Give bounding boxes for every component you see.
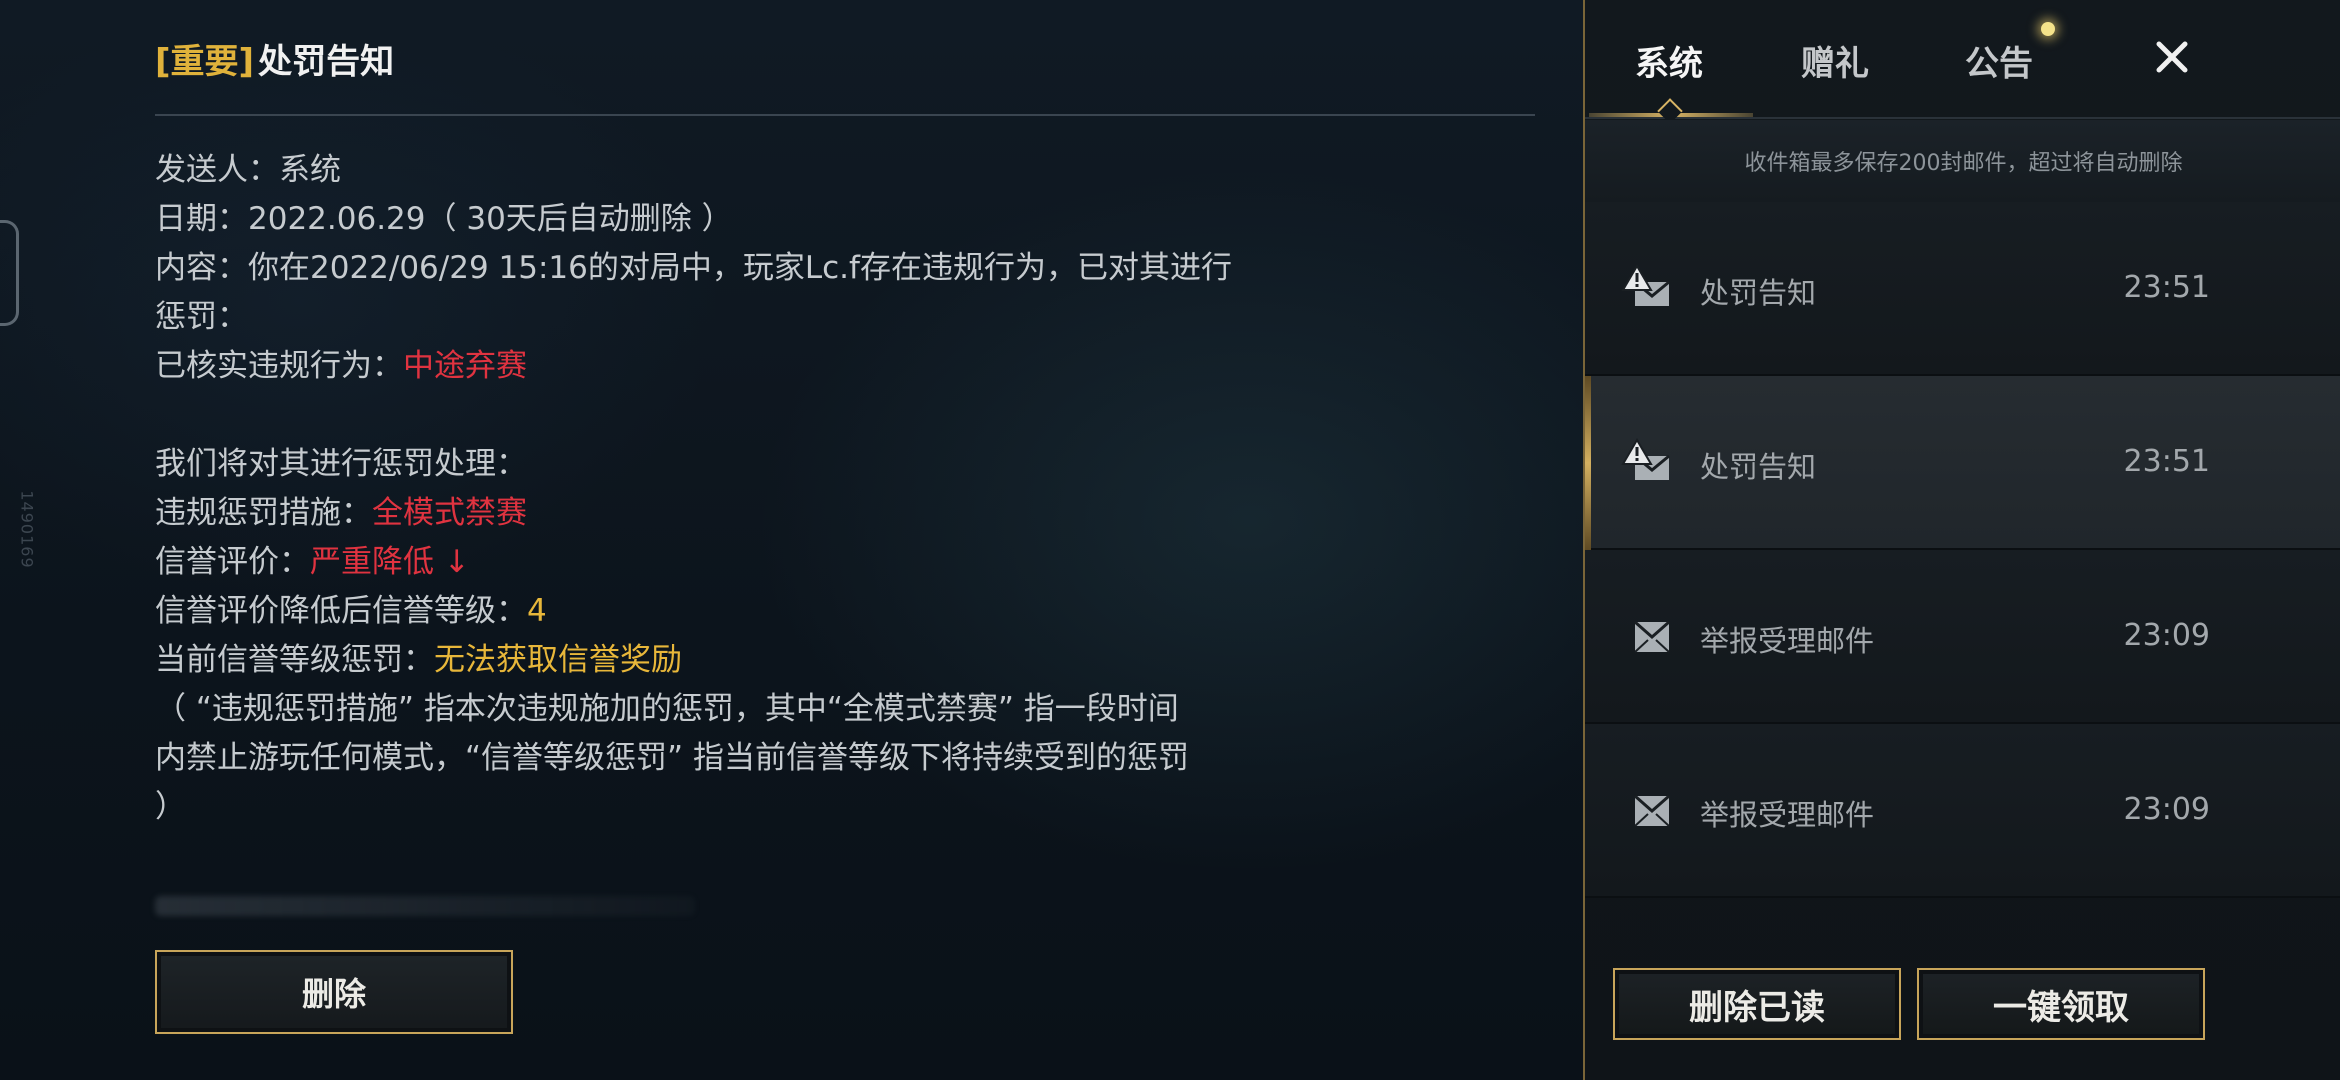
mail-title: [重要] 处罚告知 [155,34,394,83]
current-penalty-label: 当前信誉等级惩罚： [155,642,434,678]
mail-item-title: 处罚告知 [1700,450,1817,484]
mail-list-item[interactable]: 举报受理邮件 23:09 [1585,550,2340,724]
title-divider [155,114,1535,116]
delete-read-button[interactable]: 删除已读 [1613,968,1901,1040]
sender-line: 发送人：系统 [155,146,1255,195]
important-tag: [重要] [155,42,255,82]
verified-label: 已核实违规行为： [155,348,403,384]
credit-label: 信誉评价： [155,544,310,580]
verified-line: 已核实违规行为：中途弃赛 [155,342,1255,391]
credit-value: 严重降低 ↓ [310,544,470,580]
close-icon[interactable] [2153,38,2191,76]
sender-value: 系统 [279,152,341,188]
content-line-1: 内容：你在2022/06/29 15:16的对局中，玩家Lc.f存在违规行为，已… [155,250,1232,286]
current-penalty-value: 无法获取信誉奖励 [434,642,682,678]
mail-item-time: 23:51 [2123,444,2210,479]
sender-label: 发送人： [155,152,279,188]
verified-value: 中途弃赛 [403,348,527,384]
mailbox-panel: 系统 赠礼 公告 收件箱最多保存200封邮件，超过将自动删除 处罚告知 23:5… [1583,0,2340,1080]
mail-icon [1621,612,1677,660]
claim-all-button[interactable]: 一键领取 [1917,968,2205,1040]
inbox-limit-notice: 收件箱最多保存200封邮件，超过将自动删除 [1585,120,2340,202]
mail-item-time: 23:09 [2123,792,2210,827]
tab-gifts[interactable]: 赠礼 [1801,36,1869,85]
note-line-2: 内禁止游玩任何模式，“信誉等级惩罚” 指当前信誉等级下将持续受到的惩罚 [155,740,1189,776]
side-drawer-handle[interactable] [0,220,19,326]
process-intro: 我们将对其进行惩罚处理： [155,446,527,482]
current-penalty-line: 当前信誉等级惩罚：无法获取信誉奖励 [155,636,1255,685]
measure-value: 全模式禁赛 [372,495,527,531]
date-label: 日期： [155,201,248,237]
mail-detail: [重要] 处罚告知 发送人：系统 日期：2022.06.29（ 30天后自动删除 … [155,0,1535,1080]
tabs-divider [1585,117,2340,119]
mail-list: 处罚告知 23:51 处罚告知 23:51 举报受理邮件 23:09 举报受理邮… [1585,202,2340,898]
warning-mail-icon [1621,264,1677,312]
announcement-notification-dot [2041,22,2055,36]
mail-item-time: 23:51 [2123,270,2210,305]
mail-item-title: 举报受理邮件 [1700,798,1875,832]
content-line-2: 惩罚： [155,299,248,335]
date-line: 日期：2022.06.29（ 30天后自动删除 ） [155,195,1255,244]
level-line: 信誉评价降低后信誉等级：4 [155,587,1255,636]
mail-item-time: 23:09 [2123,618,2210,653]
mail-icon [1621,786,1677,834]
tab-announcements[interactable]: 公告 [1965,36,2033,85]
level-value: 4 [527,593,547,629]
mailbox-tabs: 系统 赠礼 公告 [1585,0,2340,124]
tab-system[interactable]: 系统 [1635,36,1703,85]
mail-item-title: 举报受理邮件 [1700,624,1875,658]
measure-label: 违规惩罚措施： [155,495,372,531]
note-line-3: ） [155,789,186,825]
mail-list-item-selected[interactable]: 处罚告知 23:51 [1585,376,2340,550]
level-label: 信誉评价降低后信誉等级： [155,593,527,629]
faded-text-placeholder [155,896,695,916]
measure-line: 违规惩罚措施：全模式禁赛 [155,489,1255,538]
delete-button[interactable]: 删除 [155,950,513,1034]
date-value: 2022.06.29（ 30天后自动删除 ） [248,201,733,237]
note-line-1: （ “违规惩罚措施” 指本次违规施加的惩罚，其中“全模式禁赛” 指一段时间 [155,691,1179,727]
mail-title-text: 处罚告知 [258,42,395,82]
warning-mail-icon [1621,438,1677,486]
mail-content: 发送人：系统 日期：2022.06.29（ 30天后自动删除 ） 内容：你在20… [155,146,1255,832]
mail-list-item[interactable]: 举报受理邮件 23:09 [1585,724,2340,898]
side-id-text: 1490169 [17,490,37,569]
credit-line: 信誉评价：严重降低 ↓ [155,538,1255,587]
mail-item-title: 处罚告知 [1700,276,1817,310]
mail-list-item[interactable]: 处罚告知 23:51 [1585,202,2340,376]
